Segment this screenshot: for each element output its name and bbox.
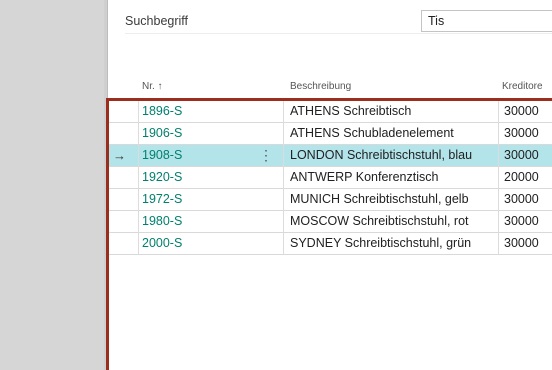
row-actions-icon[interactable] bbox=[259, 233, 269, 255]
row-actions-icon[interactable] bbox=[259, 189, 269, 211]
item-number-link[interactable]: 1906-S bbox=[142, 123, 182, 145]
item-vendor-number: 30000 bbox=[504, 148, 539, 162]
row-marker bbox=[113, 189, 135, 211]
row-marker bbox=[113, 233, 135, 255]
item-number-link[interactable]: 1908-S bbox=[142, 145, 182, 167]
row-marker bbox=[113, 167, 135, 189]
item-vendor-number: 30000 bbox=[504, 214, 539, 228]
table-row[interactable]: 1906-S ATHENS Schubladenelement 30000 bbox=[109, 123, 552, 145]
item-number-link[interactable]: 1972-S bbox=[142, 189, 182, 211]
table-row[interactable]: 1896-S ATHENS Schreibtisch 30000 bbox=[109, 101, 552, 123]
item-number-link[interactable]: 1920-S bbox=[142, 167, 182, 189]
item-vendor-number: 30000 bbox=[504, 126, 539, 140]
item-list-grid: 1896-S ATHENS Schreibtisch 30000 1906-S … bbox=[106, 98, 552, 370]
item-number-link[interactable]: 1896-S bbox=[142, 101, 182, 123]
table-row[interactable]: 2000-S SYDNEY Schreibtischstuhl, grün 30… bbox=[109, 233, 552, 255]
row-marker bbox=[113, 211, 135, 233]
table-row[interactable]: 1972-S MUNICH Schreibtischstuhl, gelb 30… bbox=[109, 189, 552, 211]
item-number-link[interactable]: 1980-S bbox=[142, 211, 182, 233]
current-row-arrow-icon: → bbox=[113, 148, 126, 163]
item-description: ATHENS Schreibtisch bbox=[290, 104, 412, 118]
item-vendor-number: 30000 bbox=[504, 192, 539, 206]
item-description: ATHENS Schubladenelement bbox=[290, 126, 454, 140]
table-row-selected[interactable]: → 1908-S ⋮ LONDON Schreibtischstuhl, bla… bbox=[109, 145, 552, 167]
search-input[interactable] bbox=[421, 10, 552, 32]
column-header-nr[interactable]: Nr. ↑ bbox=[142, 81, 163, 92]
item-description: SYDNEY Schreibtischstuhl, grün bbox=[290, 236, 472, 250]
item-description: LONDON Schreibtischstuhl, blau bbox=[290, 148, 473, 162]
column-header-vendor[interactable]: Kreditore bbox=[502, 81, 543, 92]
row-actions-icon[interactable] bbox=[259, 101, 269, 123]
item-description: ANTWERP Konferenztisch bbox=[290, 170, 439, 184]
row-actions-icon[interactable] bbox=[259, 211, 269, 233]
divider bbox=[125, 33, 552, 34]
item-vendor-number: 30000 bbox=[504, 104, 539, 118]
row-marker bbox=[113, 123, 135, 145]
table-row[interactable]: 1920-S ANTWERP Konferenztisch 20000 bbox=[109, 167, 552, 189]
item-vendor-number: 30000 bbox=[504, 236, 539, 250]
column-header-description[interactable]: Beschreibung bbox=[290, 81, 351, 92]
row-actions-icon[interactable]: ⋮ bbox=[259, 145, 269, 167]
row-actions-icon[interactable] bbox=[259, 123, 269, 145]
table-row[interactable]: 1980-S MOSCOW Schreibtischstuhl, rot 300… bbox=[109, 211, 552, 233]
item-description: MUNICH Schreibtischstuhl, gelb bbox=[290, 192, 469, 206]
search-label: Suchbegriff bbox=[125, 14, 189, 28]
item-number-link[interactable]: 2000-S bbox=[142, 233, 182, 255]
row-marker bbox=[113, 101, 135, 123]
item-vendor-number: 20000 bbox=[504, 170, 539, 184]
item-description: MOSCOW Schreibtischstuhl, rot bbox=[290, 214, 469, 228]
row-actions-icon[interactable] bbox=[259, 167, 269, 189]
navigation-pane bbox=[0, 0, 106, 370]
